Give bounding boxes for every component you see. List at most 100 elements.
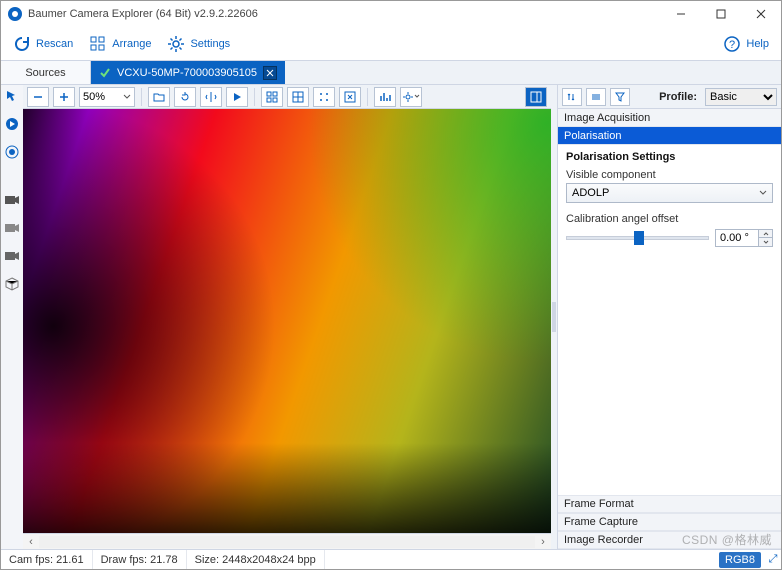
maximize-button[interactable] — [701, 1, 741, 27]
scroll-track[interactable] — [39, 536, 535, 548]
grid2-icon — [266, 91, 278, 103]
tool-camera-b[interactable] — [3, 219, 21, 237]
arrange-button[interactable]: Arrange — [83, 31, 157, 57]
collapse-button[interactable] — [586, 88, 606, 106]
expand-icon — [344, 91, 356, 103]
visible-component-label: Visible component — [566, 169, 773, 181]
horizontal-scrollbar[interactable]: ‹ › — [23, 533, 551, 549]
collapse-icon — [591, 92, 601, 102]
open-button[interactable] — [148, 87, 170, 107]
tool-play[interactable] — [3, 115, 21, 133]
section-frame-capture[interactable]: Frame Capture — [558, 513, 781, 531]
view-column: 50% ‹ — [23, 85, 551, 549]
calibration-slider[interactable] — [566, 229, 709, 247]
bottom-accordion: Frame Format Frame Capture Image Recorde… — [558, 495, 781, 549]
scroll-right-arrow[interactable]: › — [535, 535, 551, 549]
polarisation-heading: Polarisation Settings — [566, 151, 773, 163]
status-size: Size: 2448x2048x24 bpp — [187, 550, 325, 569]
grid-a-button[interactable] — [261, 87, 283, 107]
properties-panel: Profile: Basic Image Acquisition Polaris… — [557, 85, 781, 549]
grid-b-button[interactable] — [287, 87, 309, 107]
histogram-button[interactable] — [374, 87, 396, 107]
filter-button[interactable] — [610, 88, 630, 106]
help-label: Help — [746, 38, 769, 50]
filter-icon — [615, 92, 625, 102]
calibration-row: 0.00 ° — [566, 229, 773, 251]
profile-select[interactable]: Basic — [705, 88, 777, 106]
scroll-left-arrow[interactable]: ‹ — [23, 535, 39, 549]
device-strip: Sources VCXU-50MP-700003905105 — [1, 61, 781, 85]
main-area: 50% ‹ — [1, 85, 781, 549]
slider-thumb[interactable] — [634, 231, 644, 245]
grid-icon — [89, 35, 107, 53]
section-image-acquisition[interactable]: Image Acquisition — [558, 109, 781, 127]
sort-button[interactable] — [562, 88, 582, 106]
status-draw-fps: Draw fps: 21.78 — [93, 550, 187, 569]
close-button[interactable] — [741, 1, 781, 27]
section-polarisation[interactable]: Polarisation — [558, 127, 781, 145]
section-image-recorder[interactable]: Image Recorder — [558, 531, 781, 549]
calibration-label: Calibration angel offset — [566, 213, 773, 225]
status-cam-fps: Cam fps: 21.61 — [1, 550, 93, 569]
app-icon — [7, 6, 23, 22]
settings-button[interactable]: Settings — [161, 31, 236, 57]
rescan-label: Rescan — [36, 38, 73, 50]
flip-icon — [205, 91, 217, 103]
help-icon: ? — [723, 35, 741, 53]
chevron-down-icon — [414, 94, 420, 100]
panel-icon — [530, 91, 542, 103]
main-toolbar: Rescan Arrange Settings ? Help — [1, 27, 781, 61]
window-title: Baumer Camera Explorer (64 Bit) v2.9.2.2… — [28, 8, 661, 20]
device-close-button[interactable] — [263, 66, 277, 80]
spinner-up[interactable] — [758, 230, 772, 238]
settings-label: Settings — [190, 38, 230, 50]
zoom-out-button[interactable] — [27, 87, 49, 107]
minimize-button[interactable] — [661, 1, 701, 27]
chevron-down-icon — [759, 189, 767, 197]
tool-camera-c[interactable] — [3, 247, 21, 265]
panel-toggle-button[interactable] — [525, 87, 547, 107]
dots-icon — [318, 91, 330, 103]
pixel-format-badge: RGB8 — [719, 552, 761, 568]
status-bar: Cam fps: 21.61 Draw fps: 21.78 Size: 244… — [1, 549, 781, 569]
play-button[interactable] — [226, 87, 248, 107]
zoom-value: 50% — [83, 91, 105, 103]
visible-component-select[interactable]: ADOLP — [566, 183, 773, 203]
minus-icon — [33, 92, 43, 102]
grid-c-button[interactable] — [313, 87, 335, 107]
tool-cube[interactable] — [3, 275, 21, 293]
svg-text:?: ? — [729, 39, 735, 51]
sources-tab[interactable]: Sources — [1, 61, 91, 84]
gear-icon — [167, 35, 185, 53]
grid-d-button[interactable] — [339, 87, 361, 107]
device-tab[interactable]: VCXU-50MP-700003905105 — [91, 61, 285, 84]
check-icon — [99, 67, 111, 79]
flip-button[interactable] — [200, 87, 222, 107]
tool-pointer[interactable] — [3, 87, 21, 105]
refresh-icon — [13, 35, 31, 53]
rotate-icon — [179, 91, 191, 103]
tool-record[interactable] — [3, 143, 21, 161]
calibration-value: 0.00 ° — [720, 232, 749, 244]
gear-small-icon — [402, 91, 414, 103]
calibration-spinner[interactable]: 0.00 ° — [715, 229, 773, 247]
help-button[interactable]: ? Help — [717, 31, 775, 57]
sort-icon — [567, 92, 577, 102]
grid3-icon — [292, 91, 304, 103]
image-view[interactable] — [23, 109, 551, 533]
section-frame-format[interactable]: Frame Format — [558, 495, 781, 513]
profile-label: Profile: — [659, 91, 701, 103]
zoom-dropdown[interactable]: 50% — [79, 87, 135, 107]
tool-camera-a[interactable] — [3, 191, 21, 209]
zoom-in-button[interactable] — [53, 87, 75, 107]
left-sidebar — [1, 85, 23, 549]
spinner-down[interactable] — [758, 238, 772, 246]
status-corner-icon[interactable]: ⤢ — [765, 553, 781, 566]
arrange-label: Arrange — [112, 38, 151, 50]
image-area: ‹ › — [23, 109, 551, 549]
polarisation-settings: Polarisation Settings Visible component … — [558, 145, 781, 255]
chart-icon — [379, 91, 391, 103]
view-settings-button[interactable] — [400, 87, 422, 107]
rotate-button[interactable] — [174, 87, 196, 107]
rescan-button[interactable]: Rescan — [7, 31, 79, 57]
